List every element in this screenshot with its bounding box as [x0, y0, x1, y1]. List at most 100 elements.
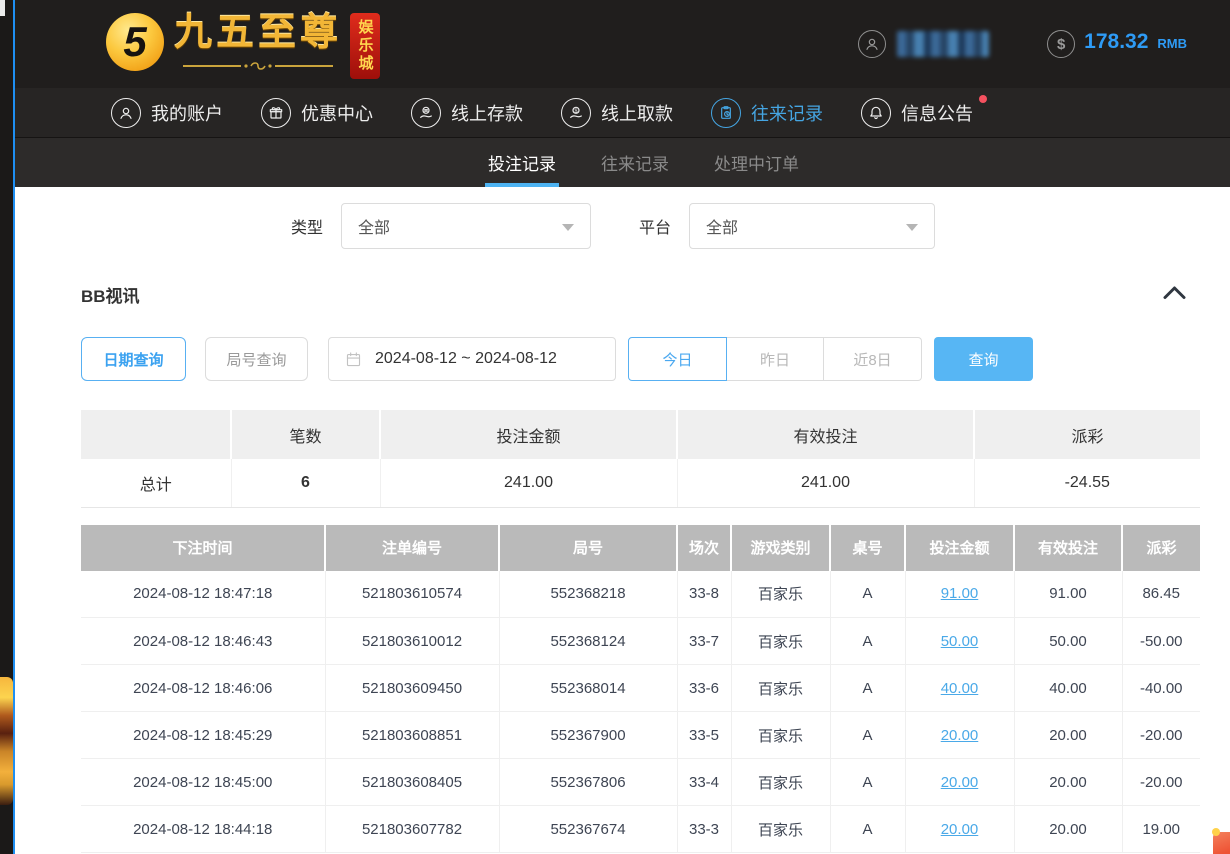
bet-amount-link[interactable]: 20.00 — [941, 727, 979, 744]
background-window-corner — [0, 0, 5, 16]
caret-down-icon — [906, 224, 918, 231]
promo-gold-dot — [1212, 828, 1220, 836]
balance-currency: RMB — [1157, 36, 1187, 51]
section-header: BB视讯 — [15, 282, 1230, 307]
cell-round-no: 552367674 — [499, 806, 677, 853]
nav-item-label: 往来记录 — [751, 100, 823, 126]
page: 5 九五至尊 娱乐城 — [15, 0, 1230, 854]
table-row: 2024-08-12 18:45:29 521803608851 5523679… — [81, 712, 1200, 759]
summary-total-label: 总计 — [81, 459, 231, 507]
account-menu[interactable] — [858, 30, 989, 58]
today-button[interactable]: 今日 — [628, 337, 727, 381]
bet-amount-link[interactable]: 20.00 — [941, 774, 979, 791]
bell-icon — [861, 98, 891, 128]
deposit-icon — [411, 98, 441, 128]
nav-item-my-account[interactable]: 我的账户 — [111, 98, 223, 128]
cell-game: 百家乐 — [731, 806, 830, 853]
nav-item-label: 优惠中心 — [301, 100, 373, 126]
cell-table-no: A — [830, 665, 905, 712]
nav-item-promotions[interactable]: 优惠中心 — [261, 98, 373, 128]
bet-amount-link[interactable]: 50.00 — [941, 633, 979, 650]
nav-item-deposit[interactable]: 线上存款 — [411, 98, 523, 128]
collapse-chevron-icon[interactable] — [1163, 285, 1186, 305]
cell-table-no: A — [830, 618, 905, 665]
cell-round-no: 552368124 — [499, 618, 677, 665]
bet-amount-link[interactable]: 91.00 — [941, 585, 979, 602]
tab-transaction-records[interactable]: 往来记录 — [601, 138, 669, 187]
filter-row: 类型 全部 平台 全部 — [15, 202, 1230, 250]
logo-flourish-icon — [183, 59, 333, 77]
coin-icon: $ — [1047, 30, 1075, 58]
site-logo[interactable]: 5 九五至尊 娱乐城 — [106, 10, 380, 79]
cell-time: 2024-08-12 18:45:29 — [81, 712, 325, 759]
withdraw-icon: $ — [561, 98, 591, 128]
platform-select[interactable]: 全部 — [689, 203, 935, 249]
cell-valid-bet: 50.00 — [1014, 618, 1122, 665]
col-order-no: 注单编号 — [325, 525, 499, 571]
col-round-no: 局号 — [499, 525, 677, 571]
summary-header-empty — [81, 410, 231, 459]
cell-table-no: A — [830, 571, 905, 618]
window-focus-border — [13, 0, 15, 854]
cell-time: 2024-08-12 18:45:00 — [81, 759, 325, 806]
col-bet-time: 下注时间 — [81, 525, 325, 571]
records-tabstrip: 投注记录 往来记录 处理中订单 — [15, 137, 1230, 187]
table-row: 2024-08-12 18:45:00 521803608405 5523678… — [81, 759, 1200, 806]
cell-time: 2024-08-12 18:44:18 — [81, 806, 325, 853]
cell-table-no: A — [830, 806, 905, 853]
background-gold-icon-fragment — [0, 677, 13, 805]
tab-processing-orders[interactable]: 处理中订单 — [714, 138, 799, 187]
cell-game: 百家乐 — [731, 665, 830, 712]
cell-time: 2024-08-12 18:47:18 — [81, 571, 325, 618]
summary-header-valid-bet: 有效投注 — [677, 410, 974, 459]
cell-game: 百家乐 — [731, 759, 830, 806]
summary-header-count: 笔数 — [231, 410, 380, 459]
nav-item-label: 线上取款 — [601, 100, 673, 126]
summary-bet-amount: 241.00 — [380, 459, 677, 507]
date-range-input[interactable]: 2024-08-12 ~ 2024-08-12 — [328, 337, 616, 381]
section-title: BB视讯 — [81, 282, 140, 307]
summary-count: 6 — [231, 459, 380, 507]
col-payout: 派彩 — [1122, 525, 1200, 571]
nav-item-label: 我的账户 — [151, 100, 223, 126]
table-row: 2024-08-12 18:46:43 521803610012 5523681… — [81, 618, 1200, 665]
cell-order-no: 521803610012 — [325, 618, 499, 665]
nav-item-withdraw[interactable]: $ 线上取款 — [561, 98, 673, 128]
round-query-button[interactable]: 局号查询 — [205, 337, 308, 381]
nav-item-announcements[interactable]: 信息公告 — [861, 98, 973, 128]
col-game-type: 游戏类别 — [731, 525, 830, 571]
logo-monogram-icon: 5 — [106, 13, 164, 71]
summary-total-row: 总计 6 241.00 241.00 -24.55 — [81, 459, 1200, 507]
background-window-edge — [0, 0, 13, 854]
cell-session: 33-3 — [677, 806, 731, 853]
cell-order-no: 521803608851 — [325, 712, 499, 759]
cell-round-no: 552367806 — [499, 759, 677, 806]
tab-bet-records[interactable]: 投注记录 — [488, 138, 556, 187]
last-8-days-button[interactable]: 近8日 — [824, 337, 922, 381]
cell-game: 百家乐 — [731, 712, 830, 759]
notification-dot — [979, 95, 987, 103]
yesterday-button[interactable]: 昨日 — [727, 337, 824, 381]
col-bet-amount: 投注金额 — [905, 525, 1014, 571]
bet-records-table: 下注时间 注单编号 局号 场次 游戏类别 桌号 投注金额 有效投注 派彩 202… — [81, 525, 1200, 854]
date-query-button[interactable]: 日期查询 — [81, 337, 186, 381]
type-filter-label: 类型 — [291, 214, 323, 238]
type-select-value: 全部 — [358, 214, 390, 238]
nav-item-records[interactable]: 往来记录 — [711, 98, 823, 128]
cell-time: 2024-08-12 18:46:06 — [81, 665, 325, 712]
cell-payout: -50.00 — [1122, 618, 1200, 665]
promo-float-widget[interactable] — [1213, 832, 1230, 854]
quick-range-group: 今日 昨日 近8日 — [628, 337, 922, 381]
bet-amount-link[interactable]: 40.00 — [941, 680, 979, 697]
cell-order-no: 521803607782 — [325, 806, 499, 853]
cell-valid-bet: 20.00 — [1014, 806, 1122, 853]
summary-header-bet-amount: 投注金额 — [380, 410, 677, 459]
type-select[interactable]: 全部 — [341, 203, 591, 249]
bet-amount-link[interactable]: 20.00 — [941, 821, 979, 838]
search-button[interactable]: 查询 — [934, 337, 1033, 381]
active-tab-underline — [485, 183, 559, 187]
col-session: 场次 — [677, 525, 731, 571]
query-toolbar: 日期查询 局号查询 2024-08-12 ~ 2024-08-12 今日 昨日 … — [15, 337, 1230, 381]
col-table-no: 桌号 — [830, 525, 905, 571]
cell-game: 百家乐 — [731, 571, 830, 618]
